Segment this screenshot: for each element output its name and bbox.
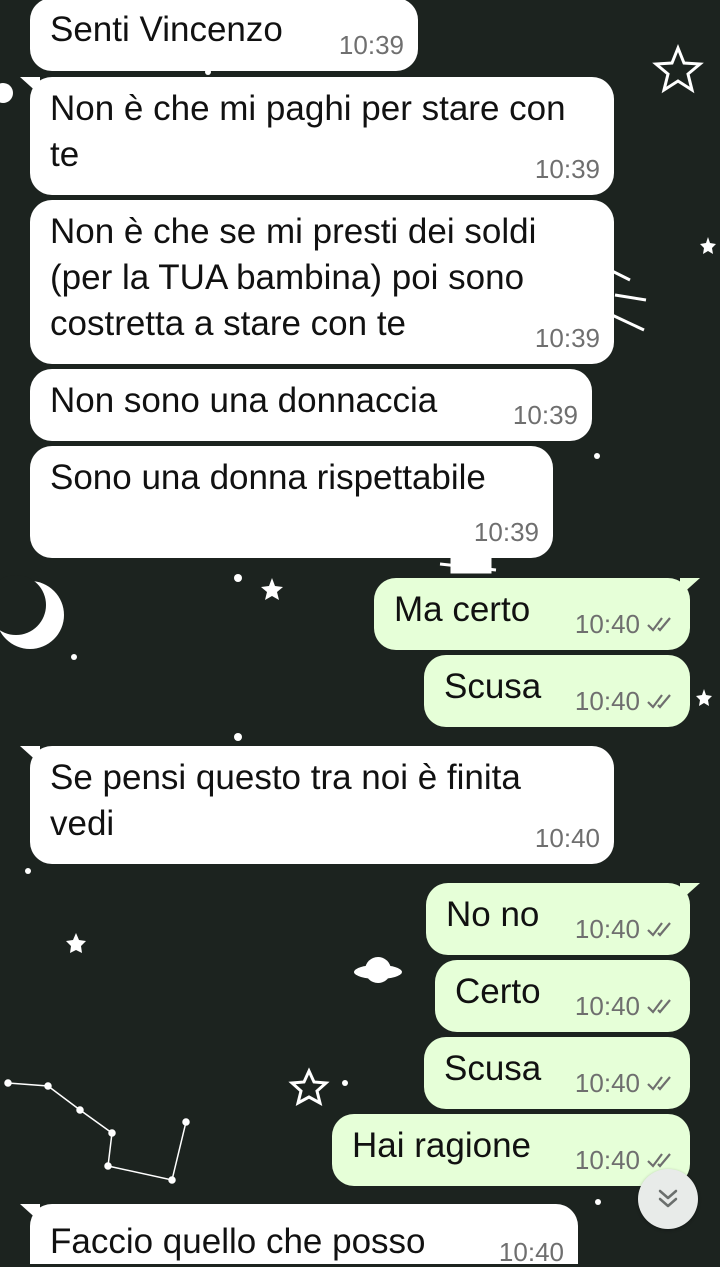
message-time: 10:39 bbox=[534, 154, 600, 184]
message-time: 10:39 bbox=[534, 323, 600, 353]
star-icon bbox=[696, 689, 712, 706]
bubble-tail bbox=[20, 1204, 40, 1222]
read-receipt-icon bbox=[647, 1076, 671, 1091]
bubble-tail bbox=[20, 746, 40, 764]
message-text: Faccio quello che posso bbox=[50, 1222, 426, 1261]
planet-dot bbox=[0, 83, 13, 103]
read-receipt-icon bbox=[647, 617, 671, 632]
star-outline-icon bbox=[288, 1067, 330, 1106]
star-dot bbox=[594, 453, 600, 459]
bubble-tail bbox=[680, 883, 700, 901]
message-time: 10:39 bbox=[473, 517, 539, 547]
message-bubble-incoming[interactable]: Non sono una donnaccia 10:39 bbox=[30, 369, 592, 441]
star-dot bbox=[234, 574, 242, 582]
double-chevron-down-icon bbox=[658, 1189, 678, 1208]
star-outline-icon bbox=[652, 43, 704, 94]
message-bubble-outgoing[interactable]: Scusa 10:40 bbox=[424, 655, 690, 727]
message-time: 10:40 bbox=[574, 991, 640, 1021]
satellite-icon bbox=[439, 556, 497, 574]
message-bubble-incoming[interactable]: Sono una donna rispettabile 10:39 bbox=[30, 446, 553, 558]
star-dot bbox=[595, 1199, 601, 1205]
message-bubble-outgoing[interactable]: Certo 10:40 bbox=[435, 960, 690, 1032]
message-time: 10:39 bbox=[512, 400, 578, 430]
message-time: 10:40 bbox=[574, 609, 640, 639]
message-text: Non è che mi paghi per stare con te bbox=[50, 89, 566, 174]
message-bubble-outgoing[interactable]: Ma certo 10:40 bbox=[374, 578, 700, 650]
message-bubble-incoming[interactable]: Senti Vincenzo 10:39 bbox=[30, 0, 418, 71]
message-time: 10:40 bbox=[574, 686, 640, 716]
read-receipt-icon bbox=[647, 922, 671, 937]
star-dot bbox=[234, 733, 242, 741]
read-receipt-icon bbox=[647, 999, 671, 1014]
bubble-tail bbox=[680, 578, 700, 596]
message-text: Se pensi questo tra noi è finita vedi bbox=[50, 758, 521, 843]
message-text: Non è che se mi presti dei soldi (per la… bbox=[50, 212, 537, 343]
message-bubble-incoming[interactable]: Faccio quello che posso 10:40 bbox=[20, 1204, 578, 1267]
star-icon bbox=[66, 933, 86, 953]
message-bubble-outgoing[interactable]: No no 10:40 bbox=[426, 883, 700, 955]
message-bubble-incoming[interactable]: Se pensi questo tra noi è finita vedi 10… bbox=[20, 746, 614, 864]
message-bubble-incoming[interactable]: Non è che se mi presti dei soldi (per la… bbox=[30, 200, 614, 364]
message-time: 10:40 bbox=[574, 1145, 640, 1175]
scroll-to-bottom-button[interactable] bbox=[638, 1169, 698, 1229]
star-dot bbox=[71, 654, 77, 660]
constellation-icon bbox=[4, 1079, 190, 1184]
message-text: Non sono una donnaccia bbox=[50, 381, 438, 420]
message-bubble-outgoing[interactable]: Scusa 10:40 bbox=[424, 1037, 690, 1109]
planet-icon bbox=[354, 957, 402, 983]
message-time: 10:40 bbox=[498, 1237, 564, 1267]
read-receipt-icon bbox=[647, 1153, 671, 1168]
message-time: 10:40 bbox=[574, 914, 640, 944]
message-time: 10:40 bbox=[574, 1068, 640, 1098]
star-icon bbox=[261, 578, 283, 600]
moon-icon bbox=[0, 575, 64, 649]
star-dot bbox=[25, 868, 31, 874]
message-bubble-outgoing[interactable]: Hai ragione 10:40 bbox=[332, 1114, 690, 1186]
comet-lines bbox=[609, 268, 647, 332]
message-time: 10:39 bbox=[338, 30, 404, 60]
bubble-tail bbox=[20, 77, 40, 95]
message-bubble-incoming[interactable]: Non è che mi paghi per stare con te 10:3… bbox=[20, 77, 614, 195]
star-dot bbox=[342, 1080, 348, 1086]
message-text: Sono una donna rispettabile bbox=[50, 458, 486, 497]
star-icon bbox=[700, 237, 716, 254]
message-time: 10:40 bbox=[534, 823, 600, 853]
read-receipt-icon bbox=[647, 694, 671, 709]
